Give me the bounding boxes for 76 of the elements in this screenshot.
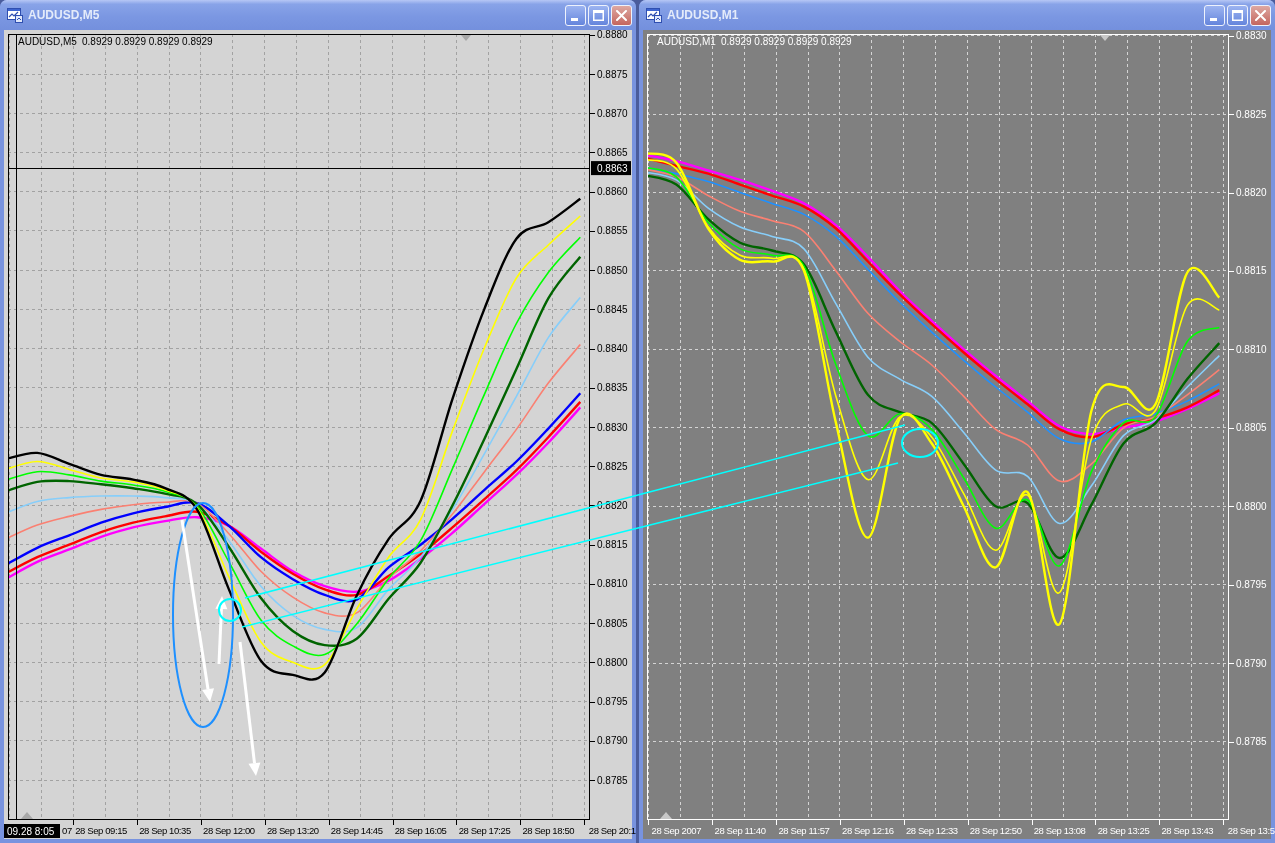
time-label: 28 Sep 13:20 (266, 825, 319, 836)
price-label: 0.8830 (597, 421, 628, 433)
ellipse-marker (901, 428, 939, 458)
time-label: 28 Sep 18:50 (522, 825, 575, 836)
maximize-button[interactable] (1227, 4, 1248, 26)
time-label: 28 Sep 13:08 (1033, 825, 1086, 836)
price-label: 0.8880 (597, 29, 628, 41)
maximize-icon (593, 9, 604, 21)
price-label: 0.8840 (597, 343, 628, 355)
time-label: 28 Sep 20:1 (588, 825, 636, 836)
price-label: 0.8855 (597, 225, 628, 237)
time-label: 28 Sep 10:35 (139, 825, 191, 836)
window-title: AUDUSD,M1 (667, 8, 739, 22)
chart-symbol: AUDUSD,M1 (657, 36, 716, 47)
time-label: 28 Sep 11:40 (714, 825, 766, 836)
price-label: 0.8825 (597, 460, 628, 472)
price-label: 0.8795 (1236, 579, 1267, 591)
price-label: 0.8865 (597, 146, 628, 158)
price-label: 0.8805 (597, 617, 628, 629)
window-title: AUDUSD,M5 (28, 8, 100, 22)
price-label: 0.8845 (597, 303, 628, 315)
ref-line-label: 0.8863 (597, 162, 629, 174)
minimize-icon (571, 17, 578, 21)
time-label: 28 Sep 09:15 (75, 825, 127, 836)
price-label: 0.8785 (1236, 736, 1267, 748)
triangle-marker-icon (21, 812, 33, 819)
price-label: 0.8830 (1236, 30, 1267, 42)
close-icon (1255, 9, 1266, 21)
time-label: 28 Sep 16:05 (394, 825, 447, 836)
time-label: 28 Sep 2007 (651, 825, 702, 836)
price-label: 0.8785 (597, 774, 628, 786)
price-label: 0.8810 (1236, 343, 1267, 355)
time-label: 28 Sep 12:00 (203, 825, 255, 836)
minimize-button[interactable] (1204, 4, 1225, 26)
price-label: 0.8795 (597, 696, 628, 708)
price-label: 0.8815 (1236, 265, 1267, 277)
minimize-icon (1210, 17, 1217, 21)
chart-window-icon (646, 7, 662, 23)
time-label: 28 Sep 14:45 (330, 825, 383, 836)
minimize-button[interactable] (565, 4, 586, 26)
price-label: 0.8870 (597, 107, 628, 119)
time-label: 28 Sep 11:57 (778, 825, 830, 836)
time-label: 28 Sep 12:50 (969, 825, 1022, 836)
chart-quotes: 0.8929 0.8929 0.8929 0.8929 (82, 36, 213, 47)
maximize-icon (1232, 9, 1243, 21)
triangle-marker-icon (660, 812, 672, 819)
triangle-marker-icon (461, 35, 471, 41)
price-label: 0.8815 (597, 539, 628, 551)
time-label: 28 Sep 17:25 (458, 825, 511, 836)
circle-marker (218, 598, 242, 622)
price-label: 0.8790 (597, 735, 628, 747)
price-label: 0.8805 (1236, 422, 1267, 434)
time-label: 07 (62, 825, 72, 836)
crosshair-time-label: 09.28 8:05 (4, 824, 60, 838)
price-label: 0.8800 (597, 656, 628, 668)
time-label: 28 Sep 13:43 (1161, 825, 1214, 836)
chart-symbol: AUDUSD,M5 (18, 36, 77, 47)
price-label: 0.8835 (597, 382, 628, 394)
price-label: 0.8800 (1236, 500, 1267, 512)
time-label: 28 Sep 12:33 (905, 825, 958, 836)
maximize-button[interactable] (588, 4, 609, 26)
price-label: 0.8860 (597, 186, 628, 198)
close-icon (616, 9, 627, 21)
price-label: 0.8810 (597, 578, 628, 590)
price-label: 0.8875 (597, 68, 628, 80)
price-label: 0.8825 (1236, 108, 1267, 120)
chart-quotes: 0.8929 0.8929 0.8929 0.8929 (721, 36, 852, 47)
price-label: 0.8790 (1236, 657, 1267, 669)
time-label: 28 Sep 12:16 (842, 825, 894, 836)
close-button[interactable] (1250, 4, 1271, 26)
close-button[interactable] (611, 4, 632, 26)
price-label: 0.8820 (1236, 187, 1267, 198)
time-label: 28 Sep 13:25 (1097, 825, 1150, 836)
price-label: 0.8850 (597, 264, 628, 276)
crosshair-price-label: 0.8863 (591, 161, 631, 176)
chart-window-icon (7, 7, 23, 23)
